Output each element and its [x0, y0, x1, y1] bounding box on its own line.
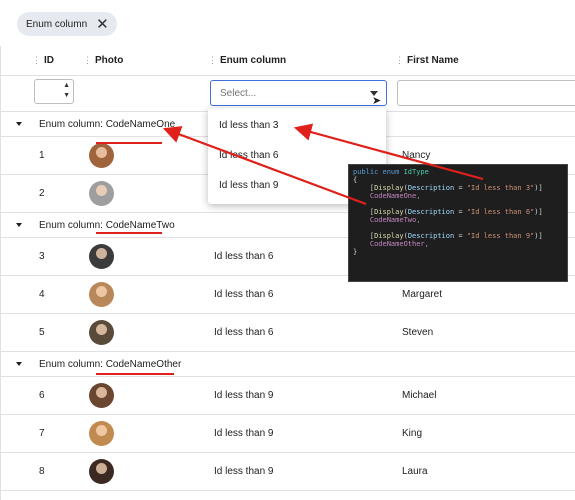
avatar	[89, 181, 114, 206]
column-header-label: Enum column	[220, 55, 287, 66]
code-brace: }	[353, 248, 358, 256]
avatar	[89, 244, 114, 269]
drag-handle-icon[interactable]: ⋮	[395, 55, 404, 66]
mouse-pointer-icon: ➤	[372, 95, 382, 107]
group-value: CodeNameTwo	[105, 220, 175, 231]
code-attr: Display	[374, 232, 404, 240]
cell-id: 4	[39, 289, 45, 300]
cell-enum: Id less than 6	[214, 327, 274, 338]
code-type: IdType	[403, 168, 429, 176]
code-prop: Description	[407, 208, 455, 216]
table-row[interactable]: 8 Id less than 9 Laura	[1, 453, 575, 491]
drag-handle-icon[interactable]: ⋮	[208, 55, 217, 66]
code-string: "Id less than 9"	[466, 232, 535, 240]
cell-first-name: Laura	[402, 466, 428, 477]
group-row[interactable]: Enum column: CodeNameOther	[1, 352, 575, 377]
cell-id: 3	[39, 251, 45, 262]
avatar	[89, 320, 114, 345]
code-member: CodeNameTwo,	[369, 216, 421, 224]
enum-filter-select[interactable]: Select...	[210, 80, 387, 106]
code-eq: =	[454, 184, 467, 192]
group-prefix: Enum column:	[39, 119, 106, 130]
first-name-filter-input[interactable]	[397, 80, 575, 106]
cell-enum: Id less than 9	[214, 390, 274, 401]
cell-enum: Id less than 6	[214, 289, 274, 300]
collapse-icon[interactable]	[16, 362, 22, 366]
column-header-label: ID	[44, 55, 54, 66]
cell-first-name: Nancy	[402, 150, 431, 161]
close-icon[interactable]: ✕	[96, 17, 109, 32]
dropdown-option[interactable]: Id less than 6	[219, 150, 278, 161]
cell-enum: Id less than 9	[214, 428, 274, 439]
cell-first-name: King	[402, 428, 423, 439]
cell-first-name: Margaret	[402, 289, 443, 300]
code-string: "Id less than 6"	[466, 208, 535, 216]
column-header-first-name[interactable]: ⋮ First Name	[395, 55, 459, 66]
table-row[interactable]: 7 Id less than 9 King	[1, 415, 575, 453]
annotation-underline	[96, 373, 174, 375]
group-row-label: Enum column: CodeNameOne	[39, 119, 175, 130]
code-snippet: public enum IdType { [Display(Descriptio…	[348, 164, 568, 282]
code-attr: Display	[374, 208, 404, 216]
code-string: "Id less than 3"	[466, 184, 535, 192]
group-value: CodeNameOne	[105, 119, 176, 130]
dropdown-option[interactable]: Id less than 3	[219, 120, 278, 131]
code-attr: Display	[374, 184, 404, 192]
code-brace: {	[353, 176, 358, 184]
avatar	[89, 421, 114, 446]
cell-enum: Id less than 6	[214, 251, 274, 262]
filter-row: ▲ ▼ Select...	[1, 76, 575, 112]
avatar	[89, 282, 114, 307]
code-eq: =	[454, 208, 467, 216]
chevron-down-icon[interactable]: ▼	[63, 91, 70, 101]
chevron-up-icon[interactable]: ▲	[63, 81, 70, 91]
code-keyword: public enum	[353, 168, 404, 176]
group-chip[interactable]: Enum column ✕	[17, 12, 117, 36]
cell-id: 2	[39, 188, 45, 199]
drag-handle-icon[interactable]: ⋮	[32, 55, 41, 66]
column-header-label: First Name	[407, 55, 459, 66]
annotation-underline	[96, 232, 162, 234]
table-row[interactable]: 5 Id less than 6 Steven	[1, 314, 575, 352]
group-row-label: Enum column: CodeNameTwo	[39, 220, 175, 231]
id-filter-stepper[interactable]: ▲ ▼	[34, 79, 74, 104]
cell-id: 1	[39, 150, 45, 161]
code-prop: Description	[407, 232, 455, 240]
cell-id: 7	[39, 428, 45, 439]
cell-first-name: Michael	[402, 390, 437, 401]
code-member: CodeNameOther,	[369, 240, 429, 248]
avatar	[89, 143, 114, 168]
avatar	[89, 459, 114, 484]
column-header-label: Photo	[95, 55, 124, 66]
annotation-underline	[96, 142, 162, 144]
collapse-icon[interactable]	[16, 223, 22, 227]
code-eq: =	[454, 232, 467, 240]
cell-id: 5	[39, 327, 45, 338]
avatar	[89, 383, 114, 408]
code-prop: Description	[407, 184, 455, 192]
column-header-enum[interactable]: ⋮ Enum column	[208, 55, 286, 66]
cell-id: 8	[39, 466, 45, 477]
table-row[interactable]: 6 Id less than 9 Michael	[1, 377, 575, 415]
group-row-label: Enum column: CodeNameOther	[39, 359, 181, 370]
enum-filter-placeholder: Select...	[220, 87, 257, 99]
grid-header: ⋮ ID ⋮ Photo ⋮ Enum column ⋮ First Name	[1, 46, 575, 76]
group-prefix: Enum column:	[39, 359, 106, 370]
dropdown-option[interactable]: Id less than 9	[219, 180, 278, 191]
collapse-icon[interactable]	[16, 122, 22, 126]
code-member: CodeNameOne,	[369, 192, 421, 200]
group-value: CodeNameOther	[105, 359, 182, 370]
cell-id: 6	[39, 390, 45, 401]
cell-enum: Id less than 9	[214, 466, 274, 477]
cell-first-name: Steven	[402, 327, 434, 338]
drag-handle-icon[interactable]: ⋮	[83, 55, 92, 66]
column-header-id[interactable]: ⋮ ID	[32, 55, 54, 66]
column-header-photo[interactable]: ⋮ Photo	[83, 55, 123, 66]
group-panel: Enum column ✕	[0, 0, 575, 48]
group-prefix: Enum column:	[39, 220, 106, 231]
group-chip-label: Enum column	[26, 18, 88, 30]
